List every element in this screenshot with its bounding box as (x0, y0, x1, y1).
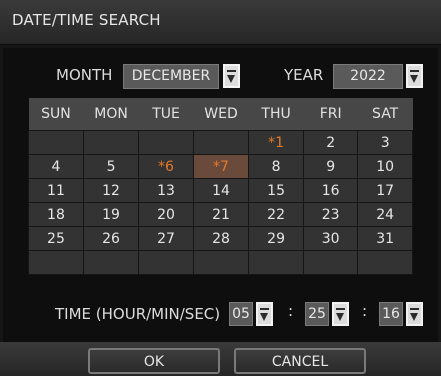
hour-field[interactable]: 05 (229, 302, 253, 326)
calendar-empty-cell (192, 250, 250, 275)
calendar-day-cell[interactable]: 18 (28, 202, 84, 227)
time-separator: : (288, 302, 294, 320)
calendar-week-row: 18 19 20 21 22 23 24 (28, 202, 413, 227)
weekday-sun: SUN (28, 98, 84, 131)
calendar-week-row: 25 26 27 28 29 30 31 (28, 226, 413, 251)
weekday-thu: THU (248, 98, 304, 131)
bar-icon (410, 70, 419, 73)
second-field[interactable]: 16 (379, 302, 403, 326)
calendar-day-cell[interactable]: 13 (138, 178, 194, 203)
calendar-grid: SUN MON TUE WED THU FRI SAT *1 2 3 4 5 *6 *7 8 9… (28, 98, 413, 275)
calendar-day-cell[interactable]: 3 (357, 130, 413, 155)
button-bar (0, 342, 441, 376)
minute-field[interactable]: 25 (305, 302, 329, 326)
calendar-day-cell[interactable]: 29 (248, 226, 305, 251)
calendar-day-cell[interactable]: 9 (303, 154, 359, 179)
calendar-day-cell[interactable]: 27 (138, 226, 194, 251)
calendar-week-row: 11 12 13 14 15 16 17 (28, 178, 413, 203)
weekday-fri: FRI (303, 98, 358, 131)
calendar-day-cell[interactable]: 5 (82, 154, 140, 179)
title-bar: DATE/TIME SEARCH (0, 0, 441, 45)
calendar-day-cell[interactable]: 19 (82, 202, 140, 227)
month-label: MONTH (56, 66, 113, 84)
calendar-day-cell[interactable]: 14 (192, 178, 250, 203)
calendar-empty-cell (138, 130, 194, 155)
minute-dropdown-button[interactable] (332, 302, 349, 326)
second-dropdown-button[interactable] (406, 302, 423, 326)
chevron-down-icon (410, 313, 418, 321)
calendar-day-cell[interactable]: *6 (138, 154, 194, 179)
bar-icon (260, 308, 269, 311)
calendar-day-cell[interactable]: 31 (357, 226, 413, 251)
calendar-day-cell[interactable]: 28 (192, 226, 250, 251)
calendar-day-cell[interactable]: 21 (192, 202, 250, 227)
calendar-day-cell[interactable]: 8 (248, 154, 305, 179)
year-dropdown-button[interactable] (406, 64, 423, 88)
bar-icon (336, 308, 345, 311)
calendar-day-cell[interactable]: *1 (248, 130, 305, 155)
weekday-header: SUN MON TUE WED THU FRI SAT (28, 98, 413, 131)
calendar-empty-cell (28, 130, 84, 155)
hour-dropdown-button[interactable] (256, 302, 273, 326)
calendar-day-cell[interactable]: *7 (192, 154, 250, 179)
month-select[interactable]: DECEMBER (123, 64, 219, 89)
calendar-empty-cell (82, 250, 140, 275)
weekday-wed: WED (193, 98, 249, 131)
calendar-day-cell[interactable]: 11 (28, 178, 84, 203)
time-label: TIME (HOUR/MIN/SEC) (55, 305, 221, 323)
calendar-day-cell[interactable]: 16 (303, 178, 359, 203)
calendar-day-cell[interactable]: 24 (357, 202, 413, 227)
calendar-day-cell[interactable]: 25 (28, 226, 84, 251)
calendar-day-cell[interactable]: 15 (248, 178, 305, 203)
calendar-empty-cell (192, 130, 250, 155)
calendar-week-row: *1 2 3 (28, 130, 413, 155)
calendar-week-row: 4 5 *6 *7 8 9 10 (28, 154, 413, 179)
calendar-day-cell[interactable]: 17 (357, 178, 413, 203)
chevron-down-icon (260, 313, 268, 321)
calendar-day-cell[interactable]: 23 (303, 202, 359, 227)
calendar-empty-cell (28, 250, 84, 275)
bar-icon (410, 308, 419, 311)
calendar-empty-cell (138, 250, 194, 275)
calendar-day-cell[interactable]: 10 (357, 154, 413, 179)
year-label: YEAR (284, 66, 324, 84)
chevron-down-icon (336, 313, 344, 321)
calendar-day-cell[interactable]: 12 (82, 178, 140, 203)
date-time-search-dialog: DATE/TIME SEARCH MONTH DECEMBER YEAR 202… (0, 0, 441, 376)
dialog-title: DATE/TIME SEARCH (12, 11, 161, 29)
calendar-day-cell[interactable]: 4 (28, 154, 84, 179)
weekday-mon: MON (83, 98, 139, 131)
bar-icon (227, 70, 236, 73)
weekday-sat: SAT (357, 98, 413, 131)
weekday-tue: TUE (138, 98, 194, 131)
calendar-day-cell[interactable]: 20 (138, 202, 194, 227)
calendar-day-cell[interactable]: 30 (303, 226, 359, 251)
ok-button[interactable]: OK (88, 348, 220, 374)
calendar-days: *1 2 3 4 5 *6 *7 8 9 10 11 12 13 14 15 16 17 18 19 20 21 22 23… (28, 130, 413, 275)
cancel-button[interactable]: CANCEL (234, 348, 366, 374)
calendar-week-row (28, 250, 413, 275)
month-dropdown-button[interactable] (223, 64, 240, 88)
calendar-empty-cell (82, 130, 140, 155)
calendar-empty-cell (248, 250, 305, 275)
year-select[interactable]: 2022 (333, 64, 403, 89)
calendar-empty-cell (303, 250, 359, 275)
time-separator: : (362, 302, 368, 320)
calendar-day-cell[interactable]: 22 (248, 202, 305, 227)
chevron-down-icon (227, 75, 235, 83)
calendar-day-cell[interactable]: 26 (82, 226, 140, 251)
chevron-down-icon (410, 75, 418, 83)
calendar-day-cell[interactable]: 2 (303, 130, 359, 155)
calendar-empty-cell (357, 250, 413, 275)
